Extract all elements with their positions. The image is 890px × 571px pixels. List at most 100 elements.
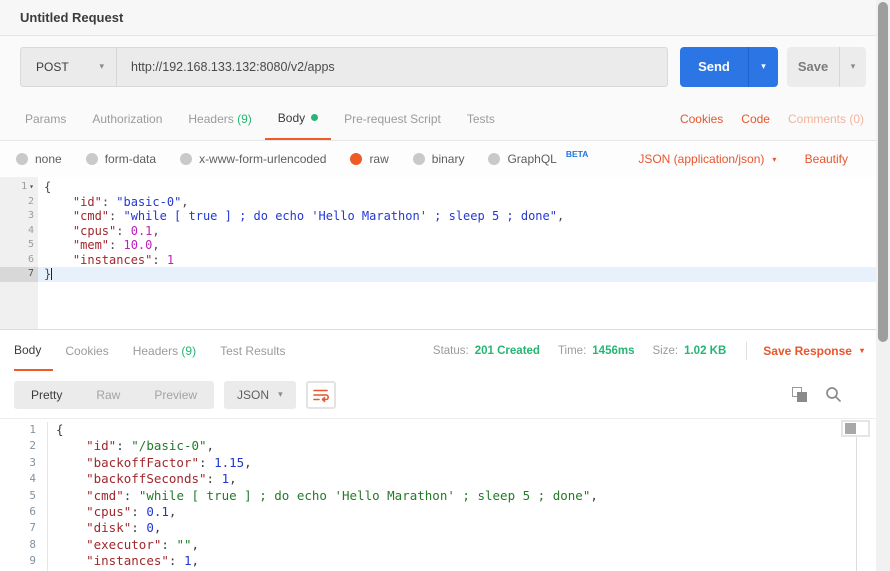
response-body-viewer[interactable]: 1{2 "id": "/basic-0",3 "backoffFactor": …: [0, 418, 890, 571]
beautify-link[interactable]: Beautify: [805, 152, 848, 166]
body-type-form-data[interactable]: form-data: [86, 152, 156, 166]
line-number: 1: [0, 422, 48, 438]
method-url-group: POST ▾: [20, 47, 668, 87]
body-type-raw[interactable]: raw: [350, 152, 388, 166]
comments-link[interactable]: Comments (0): [788, 112, 864, 126]
response-headers-count-badge: (9): [181, 344, 196, 358]
code-text: "mem": 10.0,: [38, 238, 890, 253]
code-text: "cpus": 0.1,: [48, 504, 890, 520]
view-raw-button[interactable]: Raw: [79, 381, 137, 409]
response-tab-test-results-label: Test Results: [220, 344, 285, 358]
response-tab-headers[interactable]: Headers (9): [121, 330, 208, 371]
save-response-button[interactable]: Save Response ▾: [763, 344, 864, 358]
save-button-group: Save ▾: [787, 47, 866, 87]
response-meta: Status: 201 Created Time: 1456ms Size: 1…: [433, 330, 876, 371]
tab-params[interactable]: Params: [12, 97, 79, 140]
response-format-value: JSON: [237, 388, 269, 402]
tab-headers[interactable]: Headers (9): [175, 97, 264, 140]
code-line: 7}: [0, 267, 890, 282]
view-pretty-button[interactable]: Pretty: [14, 381, 79, 409]
chevron-down-icon: ▾: [860, 346, 864, 355]
request-tabs-right: Cookies Code Comments (0): [680, 97, 878, 140]
copy-icon[interactable]: [792, 387, 808, 403]
search-icon[interactable]: [825, 386, 842, 403]
code-line: 6 "instances": 1: [0, 253, 890, 268]
content-type-select[interactable]: JSON (application/json) ▾: [638, 152, 776, 166]
url-input[interactable]: [117, 48, 667, 86]
tab-tests-label: Tests: [467, 112, 495, 126]
code-line: 3 "cmd": "while [ true ] ; do echo 'Hell…: [0, 209, 890, 224]
tab-authorization[interactable]: Authorization: [79, 97, 175, 140]
response-toolbar: Pretty Raw Preview JSON ▾: [0, 371, 890, 418]
code-line: 1▾{: [0, 180, 890, 195]
body-type-binary-label: binary: [432, 152, 465, 166]
body-type-none-label: none: [35, 152, 62, 166]
line-number: 9: [0, 553, 48, 569]
word-wrap-button[interactable]: [306, 381, 336, 409]
code-text: {: [38, 180, 890, 195]
line-number: 6: [0, 253, 38, 268]
line-number: 5: [0, 488, 48, 504]
response-toolbar-right: [792, 386, 876, 403]
send-button[interactable]: Send: [680, 47, 748, 87]
chevron-down-icon: ▾: [99, 61, 104, 72]
radio-icon: [488, 153, 500, 165]
save-options-button[interactable]: ▾: [839, 47, 866, 87]
method-select[interactable]: POST ▾: [21, 48, 117, 86]
response-scrollbar: [841, 420, 870, 437]
chevron-down-icon: ▾: [851, 61, 856, 72]
line-number: 8: [0, 537, 48, 553]
code-line: 5 "cmd": "while [ true ] ; do echo 'Hell…: [0, 488, 890, 504]
tab-tests[interactable]: Tests: [454, 97, 508, 140]
response-scroll-track: [856, 435, 857, 571]
response-tab-cookies[interactable]: Cookies: [53, 330, 120, 371]
status-label: Status:: [433, 345, 469, 357]
code-line: 9 "instances": 1,: [0, 553, 890, 569]
body-type-binary[interactable]: binary: [413, 152, 465, 166]
code-text: "instances": 1: [38, 253, 890, 268]
code-line: 2 "id": "/basic-0",: [0, 438, 890, 454]
view-preview-button[interactable]: Preview: [137, 381, 214, 409]
radio-icon: [86, 153, 98, 165]
send-options-button[interactable]: ▾: [748, 47, 778, 87]
request-url-bar: POST ▾ Send ▾ Save ▾: [0, 36, 890, 97]
response-scroll-thumb[interactable]: [845, 423, 856, 434]
chevron-down-icon: ▾: [278, 389, 283, 400]
window-scrollbar: [876, 0, 890, 571]
time-value: 1456ms: [592, 345, 634, 357]
save-button[interactable]: Save: [787, 47, 839, 87]
code-line: 3 "backoffFactor": 1.15,: [0, 455, 890, 471]
tab-params-label: Params: [25, 112, 66, 126]
response-tabs-bar: Body Cookies Headers (9) Test Results St…: [0, 330, 890, 371]
body-type-graphql[interactable]: GraphQL BETA: [488, 152, 588, 166]
body-type-urlencoded[interactable]: x-www-form-urlencoded: [180, 152, 326, 166]
fold-arrow-icon[interactable]: ▾: [29, 182, 34, 191]
line-number: 5: [0, 238, 38, 253]
chevron-down-icon: ▾: [772, 155, 776, 164]
save-response-label: Save Response: [763, 344, 852, 358]
tab-authorization-label: Authorization: [92, 112, 162, 126]
graphql-beta-badge: BETA: [566, 149, 589, 159]
code-link[interactable]: Code: [741, 112, 770, 126]
copy-front-square: [797, 392, 807, 402]
code-text: "id": "basic-0",: [38, 195, 890, 210]
tab-body[interactable]: Body: [265, 97, 331, 140]
code-text: "cpus": 0.1,: [38, 224, 890, 239]
request-title-bar: Untitled Request: [0, 0, 890, 36]
body-type-bar: none form-data x-www-form-urlencoded raw…: [0, 141, 890, 177]
response-format-select[interactable]: JSON ▾: [224, 381, 296, 409]
tab-pre-request-script[interactable]: Pre-request Script: [331, 97, 454, 140]
response-tab-body[interactable]: Body: [14, 330, 53, 371]
content-type-value: JSON (application/json): [638, 152, 764, 166]
cookies-link[interactable]: Cookies: [680, 112, 723, 126]
body-type-none[interactable]: none: [16, 152, 62, 166]
postman-window: Untitled Request POST ▾ Send ▾ Save ▾ Pa…: [0, 0, 890, 571]
request-body-editor[interactable]: 1▾{2 "id": "basic-0",3 "cmd": "while [ t…: [0, 177, 890, 330]
time-label: Time:: [558, 345, 586, 357]
line-number: 2: [0, 438, 48, 454]
line-number: 7: [0, 520, 48, 536]
response-tab-test-results[interactable]: Test Results: [208, 330, 297, 371]
body-type-urlencoded-label: x-www-form-urlencoded: [199, 152, 326, 166]
code-line: 8 "executor": "",: [0, 537, 890, 553]
window-scroll-thumb[interactable]: [878, 2, 888, 342]
